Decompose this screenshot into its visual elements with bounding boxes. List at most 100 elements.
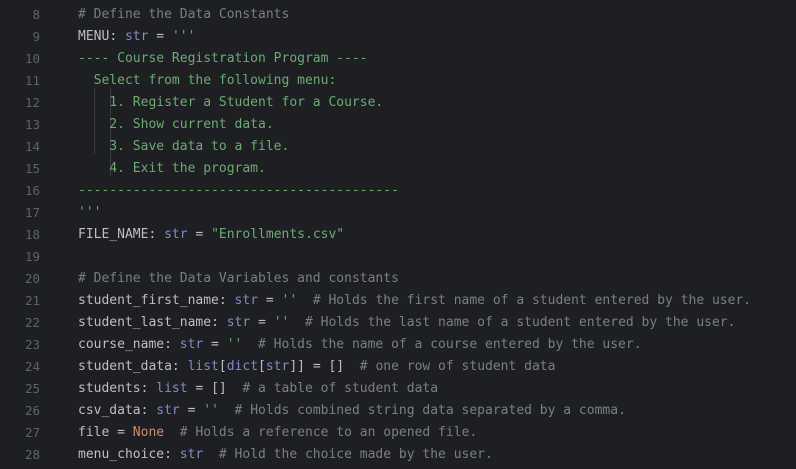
code-token: student_last_name: [78, 315, 212, 330]
line-number: 14: [24, 139, 40, 154]
code-token: file: [78, 425, 110, 440]
code-area[interactable]: # Define the Data Constants MENU: str = '…: [78, 0, 796, 469]
code-token: '': [203, 403, 219, 418]
code-token: :: [148, 227, 165, 242]
code-token: :: [164, 447, 180, 462]
code-line[interactable]: menu_choice: str # Hold the choice made …: [78, 444, 493, 466]
code-token: [: [218, 359, 227, 374]
code-token: "Enrollments.csv": [211, 227, 345, 242]
code-token: =: [179, 403, 204, 418]
code-token: = []: [187, 381, 227, 396]
line-number: 28: [24, 447, 40, 462]
code-token: # Holds the last name of a student enter…: [289, 315, 736, 330]
line-number: 21: [24, 293, 40, 308]
code-token: 1. Register a Student for a Course.: [78, 95, 384, 110]
code-token: =: [250, 315, 274, 330]
code-line[interactable]: MENU: str = ''': [78, 26, 195, 48]
code-token: ----------------------------------------…: [78, 183, 399, 198]
code-token: ]] = []: [289, 359, 345, 374]
code-token: MENU: [78, 29, 110, 44]
code-token: =: [187, 227, 212, 242]
code-token: :: [218, 293, 235, 308]
code-token: # Holds the first name of a student ente…: [297, 293, 752, 308]
code-token: csv_data: [78, 403, 141, 418]
code-line[interactable]: # Define the Data Variables and constant…: [78, 268, 399, 290]
code-line[interactable]: 3. Save data to a file.: [78, 136, 289, 158]
code-token: # one row of student data: [344, 359, 556, 374]
line-number: 22: [24, 315, 40, 330]
code-token: str: [156, 403, 180, 418]
code-token: # a table of student data: [226, 381, 439, 396]
code-token: # Hold the choice made by the user.: [203, 447, 493, 462]
code-line[interactable]: course_name: str = '' # Holds the name o…: [78, 334, 642, 356]
code-token: # Holds the name of a course entered by …: [242, 337, 642, 352]
code-token: :: [211, 315, 227, 330]
code-token: students: [78, 381, 141, 396]
line-number: 16: [24, 183, 40, 198]
line-number: 26: [24, 403, 40, 418]
code-token: str: [179, 447, 204, 462]
line-number-gutter: 8 9 10 11 12 13 14 15 16 17 18 19 20 21 22 23 24 25 26 27 28: [0, 0, 60, 469]
code-token: =: [203, 337, 227, 352]
code-token: FILE_NAME: [78, 227, 149, 242]
code-token: str: [164, 227, 188, 242]
code-token: :: [171, 359, 188, 374]
code-token: student_first_name: [78, 293, 219, 308]
code-line[interactable]: student_last_name: str = '' # Holds the …: [78, 312, 735, 334]
code-token: [: [258, 359, 266, 374]
code-token: None: [132, 425, 165, 440]
code-line[interactable]: student_data: list[dict[str]] = [] # one…: [78, 356, 555, 378]
code-line[interactable]: FILE_NAME: str = "Enrollments.csv": [78, 224, 344, 246]
code-token: =: [258, 293, 282, 308]
code-token: str: [265, 359, 290, 374]
code-token: # Define the Data Variables and constant…: [78, 271, 399, 286]
code-token: # Holds combined string data separated b…: [218, 403, 626, 418]
code-token: 3. Save data to a file.: [78, 139, 290, 154]
line-number: 13: [24, 117, 40, 132]
code-token: list: [156, 381, 188, 396]
code-token: ''': [78, 205, 102, 220]
line-number: 19: [24, 249, 40, 264]
line-number: 15: [24, 161, 40, 176]
code-token: ---- Course Registration Program ----: [78, 51, 368, 66]
code-token: str: [234, 293, 259, 308]
code-editor[interactable]: 8 9 10 11 12 13 14 15 16 17 18 19 20 21 22 23 24 25 26 27 28…: [0, 0, 796, 469]
code-token: student_data: [78, 359, 172, 374]
code-line[interactable]: csv_data: str = '' # Holds combined stri…: [78, 400, 626, 422]
code-line[interactable]: student_first_name: str = '' # Holds the…: [78, 290, 751, 312]
code-line[interactable]: Select from the following menu:: [78, 70, 337, 92]
line-number: 8: [32, 7, 40, 22]
line-number: 12: [24, 95, 40, 110]
code-token: menu_choice: [78, 447, 165, 462]
code-line[interactable]: 4. Exit the program.: [78, 158, 266, 180]
line-number: 11: [24, 73, 40, 88]
code-token: str: [179, 337, 204, 352]
line-number: 24: [24, 359, 40, 374]
line-number: 25: [24, 381, 40, 396]
code-line[interactable]: 1. Register a Student for a Course.: [78, 92, 383, 114]
code-line[interactable]: # Define the Data Constants: [78, 4, 289, 26]
code-line[interactable]: ----------------------------------------…: [78, 180, 399, 202]
code-token: dict: [226, 359, 259, 374]
code-line[interactable]: 2. Show current data.: [78, 114, 273, 136]
code-line[interactable]: ---- Course Registration Program ----: [78, 48, 368, 70]
code-token: :: [109, 29, 125, 44]
code-token: str: [124, 29, 149, 44]
line-number: 18: [24, 227, 40, 242]
line-number: 17: [24, 205, 40, 220]
code-token: =: [109, 425, 133, 440]
code-token: '': [226, 337, 243, 352]
code-token: '': [273, 315, 290, 330]
code-line[interactable]: file = None # Holds a reference to an op…: [78, 422, 477, 444]
code-line[interactable]: ''': [78, 202, 101, 224]
code-line[interactable]: students: list = [] # a table of student…: [78, 378, 438, 400]
code-token: '': [281, 293, 298, 308]
code-token: Select from the following menu:: [78, 73, 337, 88]
code-token: str: [226, 315, 251, 330]
line-number: 27: [24, 425, 40, 440]
code-token: course_name: [78, 337, 165, 352]
code-token: 4. Exit the program.: [78, 161, 266, 176]
code-token: =: [148, 29, 172, 44]
line-number: 9: [32, 29, 40, 44]
code-token: :: [140, 403, 157, 418]
